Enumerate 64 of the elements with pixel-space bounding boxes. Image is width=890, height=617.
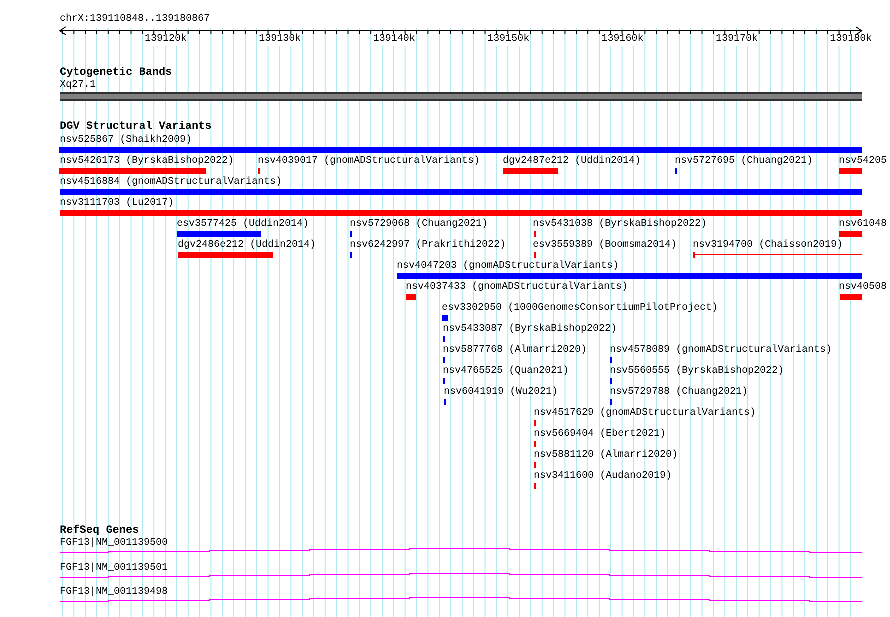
variant-label: nsv4516884 (gnomADStructuralVariants) (60, 177, 282, 189)
variant-label: nsv4037433 (gnomADStructuralVariants) (406, 282, 628, 294)
variant-label: nsv5433087 (ByrskaBishop2022) (443, 324, 618, 336)
variant-bar[interactable] (178, 252, 273, 258)
variant-bar[interactable] (442, 315, 448, 321)
track-title: DGV Structural Variants (60, 121, 212, 134)
variant-label: nsv5560555 (ByrskaBishop2022) (610, 366, 784, 378)
tick-label: 139130k (259, 34, 302, 46)
variant-bar[interactable] (839, 231, 862, 237)
variant-bar[interactable] (839, 168, 862, 174)
variant-label: nsv61048 (839, 219, 888, 231)
variant-bar[interactable] (406, 294, 416, 300)
variant-label: nsv5669404 (Ebert2021) (534, 429, 666, 441)
variant-bar[interactable] (60, 189, 862, 195)
gene-label: FGF13|NM_001139501 (60, 562, 168, 574)
variant-label: nsv5729068 (Chuang2021) (350, 219, 488, 231)
gene-line[interactable] (59, 596, 863, 604)
gene-label: FGF13|NM_001139498 (60, 587, 168, 599)
variant-label: nsv4765525 (Quan2021) (443, 366, 570, 378)
variant-label: nsv4047203 (gnomADStructuralVariants) (397, 261, 620, 273)
band-label: Xq27.1 (60, 80, 96, 92)
variant-label: nsv54205 (839, 156, 888, 168)
variant-label: nsv5426173 (ByrskaBishop2022) (60, 156, 234, 168)
variant-label: nsv3194700 (Chaisson2019) (693, 240, 844, 252)
tick-label: 139150k (488, 34, 530, 46)
variant-bar[interactable] (840, 294, 862, 300)
variant-label: esv3577425 (Uddin2014) (177, 219, 310, 231)
variant-bar[interactable] (59, 147, 862, 153)
variant-label: nsv4039017 (gnomADStructuralVariants) (258, 156, 480, 168)
variant-label: nsv4578089 (gnomADStructuralVariants) (610, 345, 832, 357)
gene-line[interactable] (59, 572, 863, 580)
variant-label: nsv5877768 (Almarri2020) (443, 345, 588, 357)
variant-label: nsv4517629 (gnomADStructuralVariants) (534, 408, 756, 420)
variant-label: dgv2486e212 (Uddin2014) (178, 240, 316, 252)
variant-label: nsv3111703 (Lu2017) (60, 198, 174, 210)
track-title: Cytogenetic Bands (60, 67, 172, 80)
gene-label: FGF13|NM_001139500 (60, 538, 168, 550)
location-label: chrX:139110848..139180867 (60, 14, 210, 26)
variant-label: nsv525867 (Shaikh2009) (60, 135, 192, 147)
variant-label: nsv5431038 (ByrskaBishop2022) (533, 219, 708, 231)
variant-bar[interactable] (177, 231, 261, 237)
variant-bar[interactable] (59, 168, 206, 174)
variant-label: nsv5729788 (Chuang2021) (610, 387, 748, 399)
tick-label: 139140k (373, 34, 416, 46)
cytogenetic-band[interactable] (60, 92, 862, 101)
variant-label: nsv5881120 (Almarri2020) (534, 450, 678, 462)
track-title: RefSeq Genes (60, 525, 140, 538)
gene-line[interactable] (59, 547, 863, 555)
variant-label: nsv3411600 (Audano2019) (534, 471, 672, 483)
variant-label: esv3559389 (Boomsma2014) (533, 240, 678, 252)
variant-bar[interactable] (60, 210, 862, 216)
variant-bar[interactable] (397, 273, 862, 279)
variant-label: esv3302950 (1000GenomesConsortiumPilotProject) (442, 303, 718, 315)
tick-label: 139180k (830, 34, 872, 46)
variant-label: dgv2487e212 (Uddin2014) (503, 156, 642, 168)
tick-label: 139170k (716, 34, 758, 46)
variant-bar[interactable] (503, 168, 558, 174)
variant-label: nsv6041919 (Wu2021) (444, 387, 558, 399)
tick-label: 139120k (145, 34, 187, 46)
tick-label: 139160k (602, 34, 644, 46)
variant-label: nsv40508 (839, 282, 888, 294)
variant-label: nsv6242997 (Prakrithi2022) (350, 240, 506, 252)
variant-label: nsv5727695 (Chuang2021) (675, 156, 814, 168)
variant-line[interactable] (693, 252, 862, 258)
